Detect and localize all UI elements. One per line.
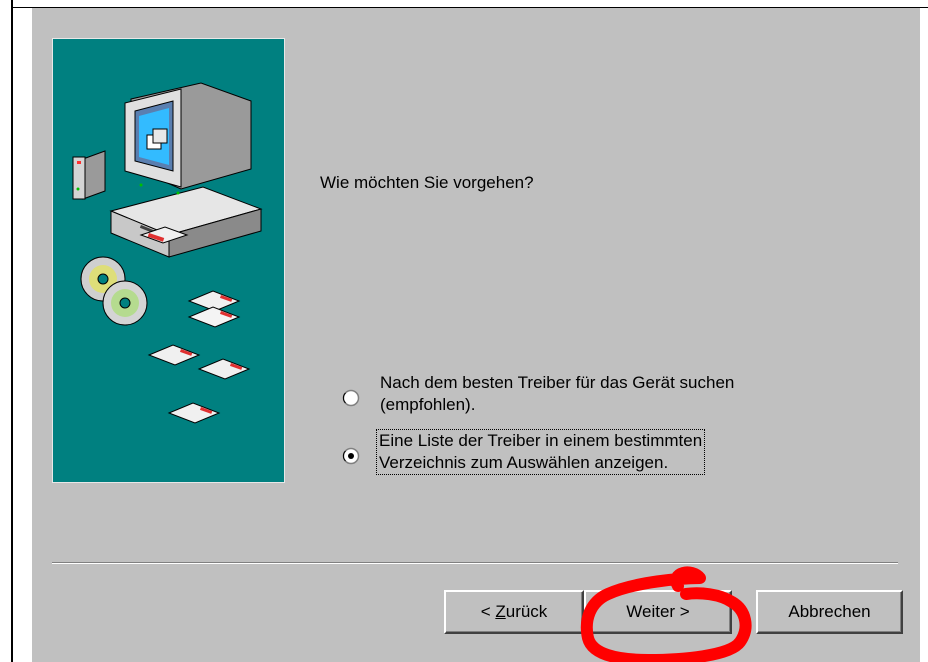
radio-option-search-line2: (empfohlen). bbox=[380, 395, 476, 414]
next-button-label: Weiter > bbox=[626, 602, 690, 621]
cancel-button-label: Abbrechen bbox=[788, 602, 871, 621]
outer-frame-left-border bbox=[11, 0, 13, 662]
driver-wizard-dialog: Wie möchten Sie vorgehen? Nach dem beste… bbox=[32, 8, 920, 662]
back-button[interactable]: < Zurück bbox=[444, 590, 584, 634]
radio-option-search-label: Nach dem besten Treiber für das Gerät su… bbox=[378, 372, 736, 416]
next-button[interactable]: Weiter > bbox=[584, 590, 732, 634]
radio-option-list-line1: Eine Liste der Treiber in einem bestimmt… bbox=[379, 431, 703, 450]
radio-option-list-label: Eine Liste der Treiber in einem bestimmt… bbox=[376, 429, 706, 475]
button-separator-line bbox=[52, 562, 898, 564]
wizard-illustration bbox=[52, 38, 285, 483]
cancel-button[interactable]: Abbrechen bbox=[756, 590, 903, 634]
wizard-question: Wie möchten Sie vorgehen? bbox=[320, 173, 534, 192]
back-button-mnemonic: Z bbox=[495, 602, 506, 621]
back-button-label: urück bbox=[505, 602, 548, 621]
back-button-prefix: < bbox=[480, 602, 496, 621]
radio-selected-icon[interactable] bbox=[342, 447, 360, 465]
radio-option-search-line1: Nach dem besten Treiber für das Gerät su… bbox=[380, 373, 735, 392]
radio-unselected-icon[interactable] bbox=[342, 389, 360, 407]
computer-and-media-icon bbox=[72, 82, 263, 424]
radio-option-list-line2: Verzeichnis zum Auswählen anzeigen. bbox=[379, 453, 669, 472]
